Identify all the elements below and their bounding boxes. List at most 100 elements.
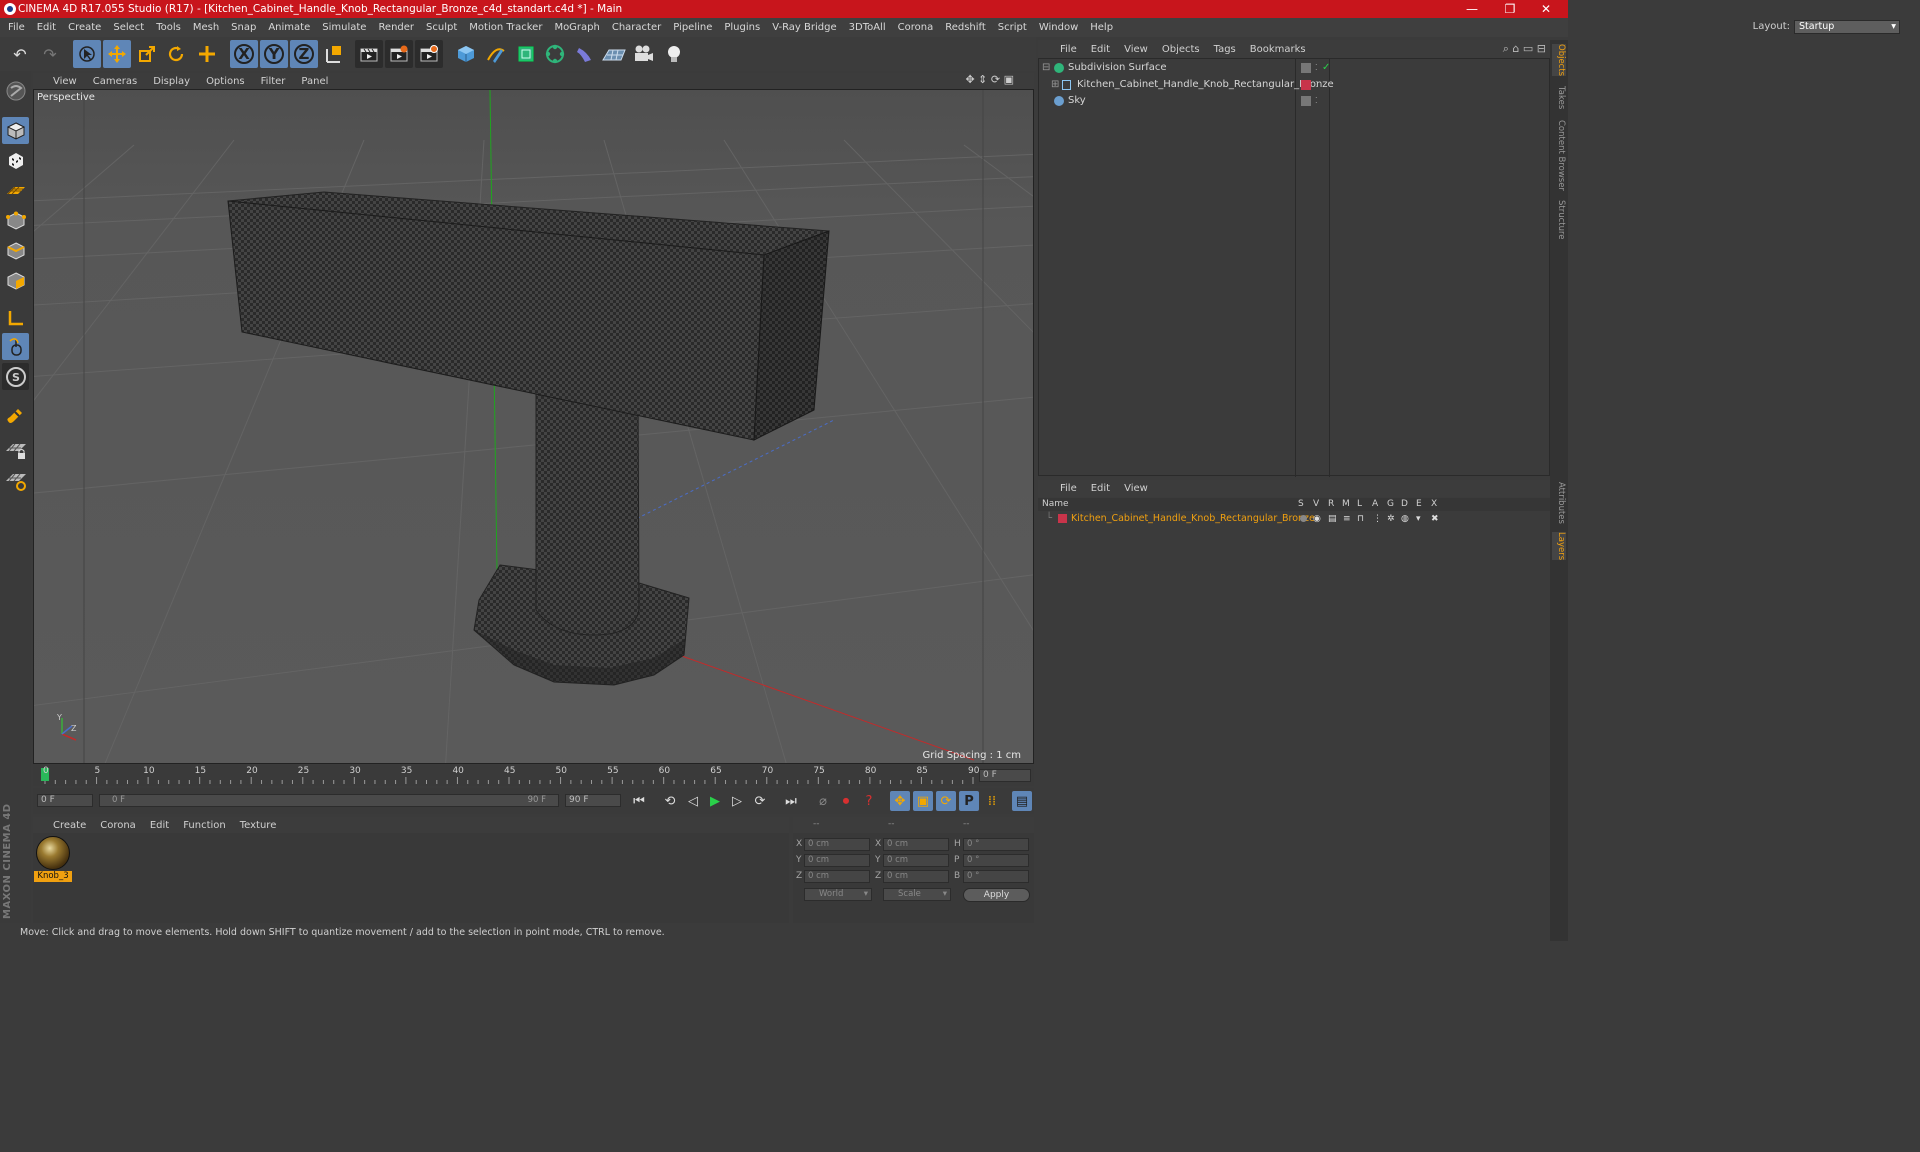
viewport-menu-options[interactable]: Options	[206, 76, 245, 87]
add-icon[interactable]	[193, 40, 221, 68]
menu-corona[interactable]: Corona	[892, 22, 940, 33]
coord-space-dropdown[interactable]: World ▾	[804, 888, 872, 901]
viewport-menu-filter[interactable]: Filter	[261, 76, 286, 87]
start-frame-field[interactable]: 0 F	[37, 794, 93, 807]
layer-tag-icon[interactable]	[1301, 63, 1311, 73]
menu-window[interactable]: Window	[1033, 22, 1084, 33]
tab-content-browser[interactable]: Content Browser	[1552, 120, 1566, 191]
menu-create[interactable]: Create	[62, 22, 107, 33]
next-key-icon[interactable]: ⟳	[750, 791, 770, 811]
polygons-mode-icon[interactable]	[2, 267, 29, 294]
menu-3dtoall[interactable]: 3DToAll	[843, 22, 892, 33]
material-menu-function[interactable]: Function	[183, 820, 226, 831]
object-menu-objects[interactable]: Objects	[1162, 44, 1200, 55]
column-manager[interactable]: M	[1342, 498, 1350, 511]
key-scale-icon[interactable]: ▣	[913, 791, 933, 811]
menu-script[interactable]: Script	[992, 22, 1033, 33]
coord-pos-x-field[interactable]: 0 cm	[804, 838, 870, 851]
solo-toggle-icon[interactable]	[1300, 515, 1307, 522]
render-region-icon[interactable]	[355, 40, 383, 68]
scale-icon[interactable]	[133, 40, 161, 68]
menu-mesh[interactable]: Mesh	[187, 22, 225, 33]
keyframe-selection-icon[interactable]: ?	[859, 791, 879, 811]
object-menu-bookmarks[interactable]: Bookmarks	[1250, 44, 1306, 55]
workplane-icon[interactable]	[2, 177, 29, 204]
minimize-button[interactable]: —	[1454, 0, 1490, 18]
layer-tag-icon[interactable]	[1301, 96, 1311, 106]
render-settings-icon[interactable]	[415, 40, 443, 68]
menu-motion-tracker[interactable]: Motion Tracker	[463, 22, 548, 33]
column-xref[interactable]: X	[1431, 498, 1437, 511]
previous-frame-icon[interactable]: ◁	[683, 791, 703, 811]
object-menu-file[interactable]: File	[1060, 44, 1077, 55]
expand-icon[interactable]: ⊞	[1051, 77, 1059, 93]
coord-rot-p-field[interactable]: 0 °	[963, 854, 1029, 867]
column-locked[interactable]: L	[1357, 498, 1362, 511]
menu-plugins[interactable]: Plugins	[718, 22, 766, 33]
generators-icon[interactable]: ✲	[1387, 511, 1395, 527]
key-position-icon[interactable]: ✥	[890, 791, 910, 811]
go-to-end-icon[interactable]: ⏭	[781, 791, 801, 811]
object-menu-view[interactable]: View	[1124, 44, 1148, 55]
coord-size-y-field[interactable]: 0 cm	[883, 854, 949, 867]
coordinate-system-icon[interactable]	[320, 40, 348, 68]
axis-mode-icon[interactable]	[2, 304, 29, 331]
viewport-nav-icons[interactable]: ✥ ⇕ ⟳ ▣	[965, 73, 1014, 86]
menu-redshift[interactable]: Redshift	[939, 22, 992, 33]
menu-mograph[interactable]: MoGraph	[548, 22, 605, 33]
menu-file[interactable]: File	[0, 22, 31, 33]
light-icon[interactable]	[660, 40, 688, 68]
expressions-icon[interactable]: ▾	[1416, 511, 1421, 527]
deformer-icon[interactable]	[571, 40, 599, 68]
array-icon[interactable]	[541, 40, 569, 68]
material-swatch[interactable]: Knob_3	[33, 833, 73, 885]
coord-rot-b-field[interactable]: 0 °	[963, 870, 1029, 883]
render-view-icon[interactable]	[385, 40, 413, 68]
menu-vray-bridge[interactable]: V-Ray Bridge	[766, 22, 842, 33]
auto-keying-icon[interactable]: ⏺	[836, 791, 856, 811]
menu-tools[interactable]: Tools	[150, 22, 187, 33]
planar-workplane-icon[interactable]	[2, 467, 29, 494]
material-menu-edit[interactable]: Edit	[150, 820, 169, 831]
rotate-icon[interactable]	[162, 40, 190, 68]
visibility-dots-icon[interactable]: ⁚	[1315, 77, 1318, 93]
visibility-dots-icon[interactable]: ⁚	[1315, 93, 1318, 109]
lock-workplane-icon[interactable]	[2, 437, 29, 464]
select-icon[interactable]	[73, 40, 101, 68]
frame-range-slider[interactable]: 0 F 90 F	[99, 794, 559, 807]
previous-key-icon[interactable]: ⟲	[660, 791, 680, 811]
menu-help[interactable]: Help	[1084, 22, 1119, 33]
close-button[interactable]: ✕	[1528, 0, 1564, 18]
viewport-menu-display[interactable]: Display	[153, 76, 190, 87]
layer-row[interactable]: └ Kitchen_Cabinet_Handle_Knob_Rectangula…	[1038, 511, 1548, 527]
material-menu-corona[interactable]: Corona	[100, 820, 136, 831]
object-menu-edit[interactable]: Edit	[1091, 44, 1110, 55]
object-row-kitchen-handle[interactable]: ⊞ Kitchen_Cabinet_Handle_Knob_Rectangula…	[1039, 77, 1549, 93]
x-axis-icon[interactable]: X	[230, 40, 258, 68]
column-render[interactable]: R	[1328, 498, 1334, 511]
play-icon[interactable]: ▶	[705, 791, 725, 811]
lock-icon[interactable]: ⊓	[1357, 511, 1364, 527]
subdivision-icon[interactable]	[512, 40, 540, 68]
enabled-check-icon[interactable]: ✓	[1322, 60, 1330, 76]
camera-icon[interactable]	[630, 40, 658, 68]
menu-pipeline[interactable]: Pipeline	[667, 22, 718, 33]
go-to-start-icon[interactable]: ⏮	[629, 791, 649, 811]
column-animation[interactable]: A	[1372, 498, 1378, 511]
tab-takes[interactable]: Takes	[1552, 86, 1566, 109]
layer-menu-view[interactable]: View	[1124, 483, 1148, 494]
key-pla-icon[interactable]: ⁞⁞	[982, 791, 1002, 811]
manager-icon[interactable]: ≡	[1343, 511, 1351, 527]
menu-edit[interactable]: Edit	[31, 22, 62, 33]
redo-icon[interactable]: ↷	[36, 40, 64, 68]
menu-sculpt[interactable]: Sculpt	[420, 22, 463, 33]
layer-color-icon[interactable]	[1301, 80, 1311, 90]
edges-mode-icon[interactable]	[2, 237, 29, 264]
column-expressions[interactable]: E	[1416, 498, 1422, 511]
menu-animate[interactable]: Animate	[262, 22, 316, 33]
deformers-icon[interactable]: ◍	[1401, 511, 1409, 527]
coord-pos-y-field[interactable]: 0 cm	[804, 854, 870, 867]
restore-button[interactable]: ❐	[1492, 0, 1528, 18]
xref-icon[interactable]: ✖	[1431, 511, 1439, 527]
menu-character[interactable]: Character	[606, 22, 667, 33]
